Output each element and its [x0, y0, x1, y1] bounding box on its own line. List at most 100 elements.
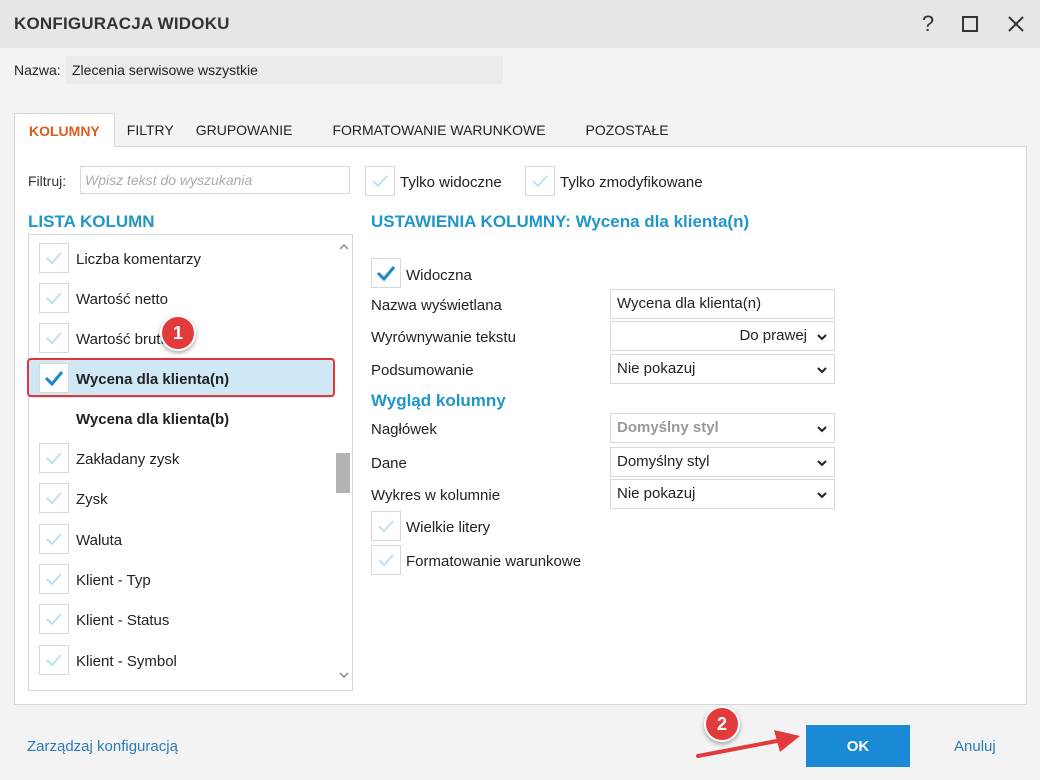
summary-value: Nie pokazuj [617, 360, 696, 377]
column-chart-label: Wykres w kolumnie [371, 487, 501, 504]
list-item[interactable]: Wartość netto [29, 278, 334, 318]
list-item[interactable]: Zysk [29, 478, 334, 518]
list-item[interactable]: Zakładany zysk [29, 438, 334, 478]
only-modified-label: Tylko zmodyfikowane [560, 174, 703, 191]
column-list-title: LISTA KOLUMN [28, 212, 155, 231]
filter-input[interactable]: Wpisz tekst do wyszukania [80, 166, 350, 194]
list-item-label: Klient - Status [76, 612, 170, 629]
checkbox[interactable] [39, 564, 69, 594]
title-bar: KONFIGURACJA WIDOKU ? [0, 0, 1040, 48]
check-icon [378, 554, 394, 567]
checkbox[interactable] [39, 604, 69, 634]
header-style-value: Domyślny styl [617, 419, 719, 436]
checkbox[interactable] [39, 524, 69, 554]
dialog-title: KONFIGURACJA WIDOKU [14, 14, 230, 33]
list-item[interactable]: Liczba komentarzy [29, 238, 334, 278]
tab-filters[interactable]: FILTRY [115, 113, 186, 147]
text-align-value: Do prawej [739, 327, 807, 344]
checkbox[interactable] [39, 243, 69, 273]
column-settings-title: USTAWIENIA KOLUMNY: Wycena dla klienta(n… [371, 212, 750, 231]
cancel-button[interactable]: Anuluj [954, 738, 996, 755]
filter-label: Filtruj: [28, 173, 67, 189]
name-label: Nazwa: [14, 62, 61, 78]
check-icon [46, 292, 62, 305]
selection-highlight-outline [27, 358, 335, 397]
name-field[interactable]: Zlecenia serwisowe wszystkie [66, 56, 503, 84]
check-icon [372, 175, 388, 188]
check-icon [46, 252, 62, 265]
tab-bar: KOLUMNY FILTRY GRUPOWANIE FORMATOWANIE W… [14, 113, 689, 147]
data-style-value: Domyślny styl [617, 453, 710, 470]
summary-select[interactable]: Nie pokazuj [610, 354, 835, 384]
display-name-label: Nazwa wyświetlana [371, 297, 502, 314]
tab-grouping[interactable]: GRUPOWANIE [186, 113, 313, 147]
check-icon [46, 573, 62, 586]
data-style-select[interactable]: Domyślny styl [610, 447, 835, 477]
list-item-label: Wycena dla klienta(b) [76, 411, 230, 428]
list-item-label: Waluta [76, 532, 123, 549]
display-name-input[interactable]: Wycena dla klienta(n) [610, 289, 835, 319]
conditional-formatting-label: Formatowanie warunkowe [406, 553, 582, 570]
scrollbar-thumb[interactable] [336, 453, 350, 493]
check-icon [46, 492, 62, 505]
list-item-label: Klient - Typ [76, 572, 151, 589]
visible-label: Widoczna [406, 267, 472, 284]
text-align-label: Wyrównywanie tekstu [371, 329, 516, 346]
chevron-down-icon [816, 355, 828, 386]
list-item-label: Zakładany zysk [76, 451, 180, 468]
check-icon [378, 520, 394, 533]
only-visible-checkbox[interactable] [365, 166, 395, 196]
only-visible-label: Tylko widoczne [400, 174, 502, 191]
list-item-label: Zysk [76, 491, 108, 508]
list-item-label: Liczba komentarzy [76, 251, 202, 268]
chevron-down-icon [816, 448, 828, 479]
tab-conditional-formatting[interactable]: FORMATOWANIE WARUNKOWE [312, 113, 565, 147]
chevron-down-icon [816, 480, 828, 511]
column-list[interactable]: Liczba komentarzy Wartość netto Wartość … [28, 234, 353, 691]
list-item[interactable]: Klient - Status [29, 599, 334, 639]
tab-columns[interactable]: KOLUMNY [14, 113, 115, 147]
chevron-down-icon [816, 414, 828, 445]
list-item-label: Wartość brutto [76, 331, 173, 348]
summary-label: Podsumowanie [371, 362, 474, 379]
column-chart-select[interactable]: Nie pokazuj [610, 479, 835, 509]
checkbox[interactable] [39, 443, 69, 473]
conditional-formatting-checkbox[interactable] [371, 545, 401, 575]
list-item[interactable]: Klient - Symbol [29, 640, 334, 680]
column-chart-value: Nie pokazuj [617, 485, 696, 502]
check-icon [46, 533, 62, 546]
check-icon [46, 654, 62, 667]
check-icon [46, 452, 62, 465]
data-style-label: Dane [371, 455, 407, 472]
checkbox[interactable] [39, 483, 69, 513]
list-item-label: Wartość netto [76, 291, 168, 308]
header-style-select[interactable]: Domyślny styl [610, 413, 835, 443]
list-item-label: Klient - Symbol [76, 653, 177, 670]
check-icon [46, 613, 62, 626]
uppercase-label: Wielkie litery [406, 519, 491, 536]
checkbox[interactable] [39, 645, 69, 675]
name-row: Nazwa: Zlecenia serwisowe wszystkie [14, 56, 503, 84]
list-item[interactable]: Waluta [29, 519, 334, 559]
scroll-up-icon[interactable] [337, 241, 351, 255]
list-item[interactable]: Klient - Typ [29, 559, 334, 599]
checkbox[interactable] [39, 323, 69, 353]
uppercase-checkbox[interactable] [371, 511, 401, 541]
header-style-label: Nagłówek [371, 421, 437, 438]
tab-other[interactable]: POZOSTAŁE [566, 113, 689, 147]
text-align-select[interactable]: Do prawej [610, 321, 835, 351]
manage-configuration-link[interactable]: Zarządzaj konfiguracją [27, 738, 178, 755]
visible-checkbox[interactable] [371, 258, 401, 288]
close-icon[interactable] [1002, 10, 1030, 38]
ok-button[interactable]: OK [806, 725, 910, 767]
chevron-down-icon [816, 322, 828, 353]
scroll-down-icon[interactable] [337, 669, 351, 683]
maximize-icon[interactable] [956, 10, 984, 38]
only-modified-checkbox[interactable] [525, 166, 555, 196]
list-item[interactable]: Wycena dla klienta(b) [29, 398, 334, 438]
annotation-badge-1: 1 [160, 315, 196, 351]
appearance-title: Wygląd kolumny [371, 391, 506, 410]
help-icon[interactable]: ? [914, 10, 942, 38]
checkbox[interactable] [39, 283, 69, 313]
check-icon [376, 266, 396, 282]
